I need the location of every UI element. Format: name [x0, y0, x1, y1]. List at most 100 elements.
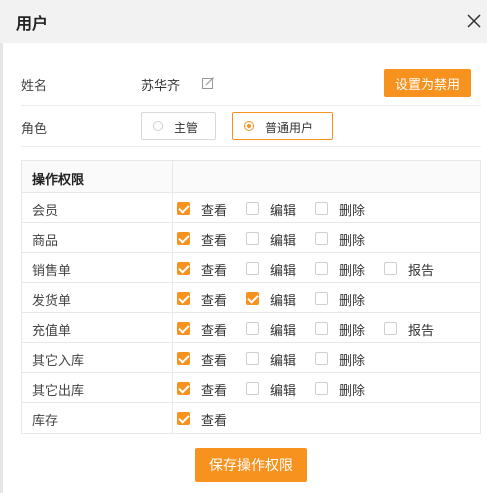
permission-row: 会员 查看 编辑 删除 — [22, 193, 480, 223]
permission-checkbox[interactable]: 查看 — [177, 223, 237, 253]
permission-name: 商品 — [32, 234, 59, 249]
save-permissions-button[interactable]: 保存操作权限 — [195, 448, 307, 482]
name-label: 姓名 — [21, 79, 48, 94]
permission-checkbox[interactable]: 删除 — [315, 193, 375, 223]
permission-name: 会员 — [32, 204, 59, 219]
permission-checkbox-label: 查看 — [201, 324, 228, 339]
permission-checkbox-label: 查看 — [201, 204, 228, 219]
permission-name: 充值单 — [32, 324, 72, 339]
permission-row: 销售单 查看 编辑 删除 报告 — [22, 253, 480, 283]
checkbox-checked-icon — [177, 292, 190, 305]
checkbox-unchecked-icon — [246, 322, 259, 335]
permission-checkbox[interactable]: 查看 — [177, 343, 237, 373]
permission-row: 充值单 查看 编辑 删除 报告 — [22, 313, 480, 343]
permission-checkbox-label: 删除 — [339, 264, 366, 279]
permission-checkbox[interactable]: 编辑 — [246, 253, 306, 283]
permission-checkbox-label: 删除 — [339, 324, 366, 339]
permission-checkbox[interactable]: 编辑 — [246, 313, 306, 343]
checkbox-unchecked-icon — [315, 202, 328, 215]
permission-checkbox[interactable]: 查看 — [177, 283, 237, 313]
permission-checkbox[interactable]: 编辑 — [246, 223, 306, 253]
permissions-header: 操作权限 — [32, 173, 85, 188]
permission-checkbox-label: 查看 — [201, 294, 228, 309]
permission-checkbox[interactable]: 删除 — [315, 253, 375, 283]
checkbox-unchecked-icon — [246, 262, 259, 275]
permission-checkbox[interactable]: 查看 — [177, 373, 237, 403]
dialog-header: 用户 — [0, 0, 487, 43]
permission-checkbox-label: 删除 — [339, 204, 366, 219]
permission-checkbox[interactable]: 删除 — [315, 223, 375, 253]
user-dialog: 用户 姓名 苏华齐 设置为禁用 角色 主管 普通用户 操作权限 会员 查看 编辑 删除商… — [0, 0, 487, 493]
permission-checkbox[interactable]: 查看 — [177, 313, 237, 343]
checkbox-unchecked-icon — [384, 262, 397, 275]
permission-checkbox[interactable]: 删除 — [315, 283, 375, 313]
permission-name: 库存 — [32, 414, 59, 429]
permissions-table: 操作权限 会员 查看 编辑 删除 商品 查看 编辑 删除 销售单 查看 编辑 删除 报告 发货单 查看 编辑删… — [21, 160, 481, 434]
permission-name: 其它入库 — [32, 354, 85, 369]
permission-checkbox-label: 删除 — [339, 294, 366, 309]
permission-checkbox-label: 编辑 — [270, 294, 297, 309]
permission-row: 其它出库 查看 编辑 删除 — [22, 373, 480, 403]
permission-checkbox[interactable]: 查看 — [177, 193, 237, 223]
checkbox-checked-icon — [177, 232, 190, 245]
permission-checkbox[interactable]: 编辑 — [246, 343, 306, 373]
radio-dot — [244, 121, 254, 131]
role-radio-label: 普通用户 — [265, 121, 314, 135]
checkbox-checked-icon — [177, 202, 190, 215]
checkbox-unchecked-icon — [246, 232, 259, 245]
checkbox-checked-icon — [177, 382, 190, 395]
permission-checkbox-label: 查看 — [201, 234, 228, 249]
role-radio-1[interactable]: 普通用户 — [232, 112, 333, 140]
permission-checkbox-label: 编辑 — [270, 204, 297, 219]
permission-checkbox[interactable]: 编辑 — [246, 193, 306, 223]
permission-checkbox-label: 编辑 — [270, 234, 297, 249]
permission-checkbox[interactable]: 编辑 — [246, 283, 306, 313]
divider — [21, 146, 481, 147]
permission-checkbox-label: 编辑 — [270, 354, 297, 369]
checkbox-unchecked-icon — [246, 352, 259, 365]
permission-row: 库存 查看 — [22, 403, 480, 433]
permission-checkbox[interactable]: 报告 — [384, 313, 444, 343]
permission-row: 其它入库 查看 编辑 删除 — [22, 343, 480, 373]
permission-checkbox[interactable]: 查看 — [177, 253, 237, 283]
divider — [21, 105, 481, 106]
permission-checkbox-label: 编辑 — [270, 264, 297, 279]
checkbox-unchecked-icon — [246, 382, 259, 395]
permission-checkbox[interactable]: 删除 — [315, 373, 375, 403]
checkbox-unchecked-icon — [315, 232, 328, 245]
dialog-title: 用户 — [16, 14, 49, 33]
checkbox-checked-icon — [246, 292, 259, 305]
permission-checkbox[interactable]: 删除 — [315, 313, 375, 343]
checkbox-checked-icon — [177, 262, 190, 275]
role-radio-label: 主管 — [174, 121, 199, 135]
permission-checkbox-label: 查看 — [201, 264, 228, 279]
permission-checkbox-label: 报告 — [408, 264, 435, 279]
edit-icon[interactable] — [201, 75, 215, 89]
permission-checkbox[interactable]: 报告 — [384, 253, 444, 283]
permission-checkbox-label: 编辑 — [270, 324, 297, 339]
permission-name: 其它出库 — [32, 384, 85, 399]
permission-checkbox[interactable]: 编辑 — [246, 373, 306, 403]
permission-name: 发货单 — [32, 294, 72, 309]
permission-checkbox-label: 查看 — [201, 384, 228, 399]
permission-checkbox[interactable]: 删除 — [315, 343, 375, 373]
role-radio-0[interactable]: 主管 — [141, 112, 216, 140]
checkbox-unchecked-icon — [246, 202, 259, 215]
checkbox-checked-icon — [177, 352, 190, 365]
permission-name: 销售单 — [32, 264, 72, 279]
checkbox-checked-icon — [177, 412, 190, 425]
permission-checkbox-label: 删除 — [339, 354, 366, 369]
role-label: 角色 — [21, 122, 48, 137]
close-icon[interactable] — [465, 12, 483, 30]
permission-checkbox-label: 查看 — [201, 414, 228, 429]
disable-user-button[interactable]: 设置为禁用 — [384, 69, 471, 97]
permission-checkbox-label: 查看 — [201, 354, 228, 369]
permission-checkbox-label: 删除 — [339, 384, 366, 399]
permission-row: 商品 查看 编辑 删除 — [22, 223, 480, 253]
checkbox-unchecked-icon — [315, 352, 328, 365]
permissions-header-row: 操作权限 — [22, 161, 480, 193]
checkbox-unchecked-icon — [315, 382, 328, 395]
permission-checkbox[interactable]: 查看 — [177, 403, 237, 433]
checkbox-checked-icon — [177, 322, 190, 335]
left-border — [0, 43, 3, 493]
